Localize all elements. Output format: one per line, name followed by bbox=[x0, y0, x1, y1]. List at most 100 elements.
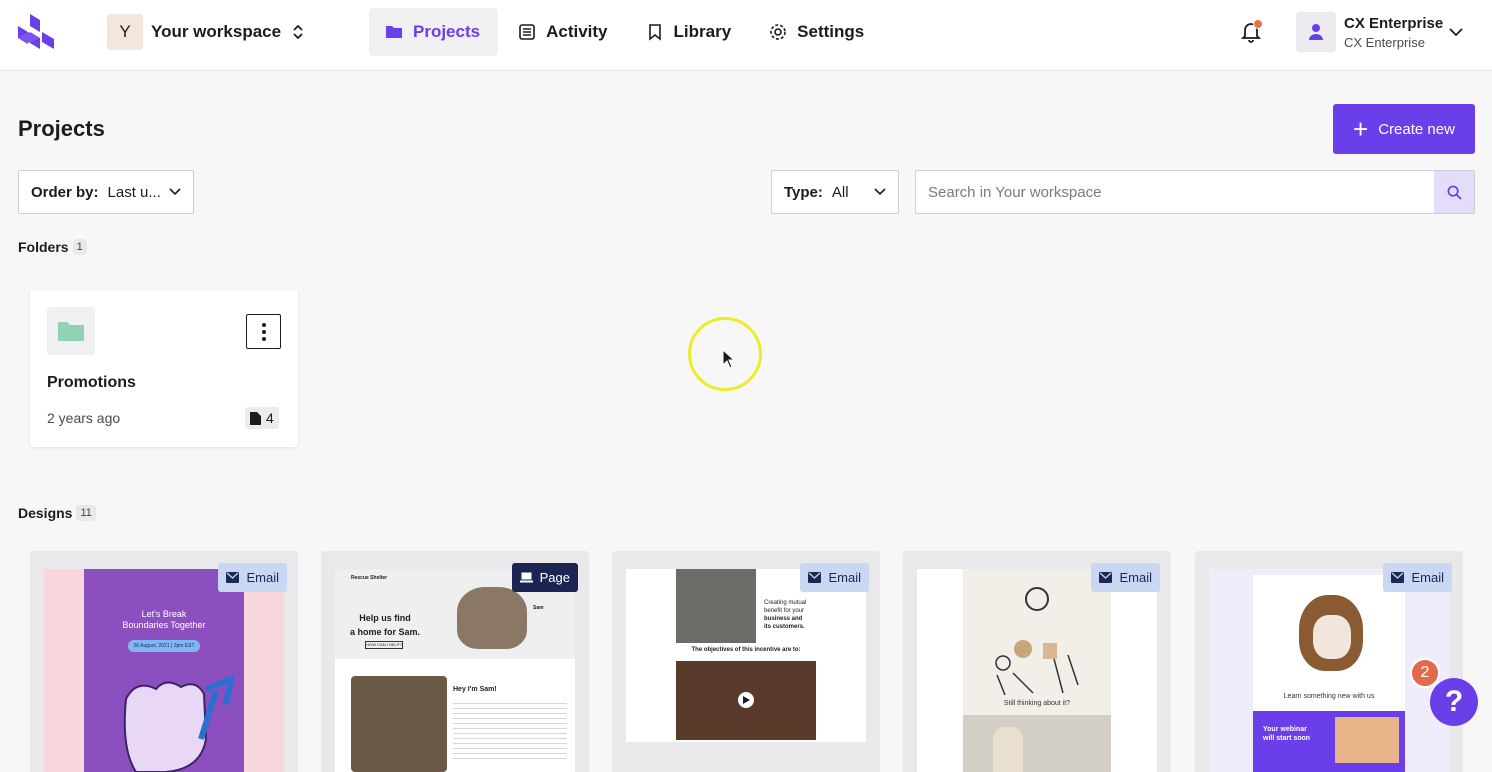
thumb-text: Let's Break bbox=[141, 609, 187, 619]
help-notification-badge: 2 bbox=[1410, 658, 1440, 688]
thumb-text: Creating mutual bbox=[764, 600, 807, 606]
help-icon: ? bbox=[1444, 685, 1464, 718]
envelope-icon bbox=[1099, 572, 1113, 583]
user-menu[interactable]: CX Enterprise CX Enterprise bbox=[1296, 11, 1476, 53]
type-filter-dropdown[interactable]: Type: All bbox=[771, 170, 899, 214]
design-card[interactable]: Email Let's Break Boundaries Together 26… bbox=[30, 551, 298, 772]
nav-settings-label: Settings bbox=[797, 22, 865, 41]
help-button[interactable]: ? bbox=[1430, 678, 1478, 726]
thumb-text: benefit for your bbox=[764, 608, 805, 614]
laptop-icon bbox=[519, 572, 533, 583]
thumb-body-text bbox=[453, 699, 567, 759]
cat-photo bbox=[457, 587, 527, 649]
workspace-name: Your workspace bbox=[151, 22, 282, 41]
thumb-headline: Help us find a home for Sam. bbox=[349, 611, 421, 639]
type-badge-email: Email bbox=[1091, 563, 1160, 592]
thumb-text: a home for Sam. bbox=[349, 627, 421, 637]
main-nav: Projects Activity Library Settings bbox=[369, 8, 886, 56]
nav-projects[interactable]: Projects bbox=[369, 8, 499, 56]
notification-dot bbox=[1253, 19, 1263, 29]
folder-icon bbox=[58, 322, 84, 341]
nav-settings[interactable]: Settings bbox=[753, 8, 882, 56]
type-badge-page: Page bbox=[511, 563, 578, 592]
kebab-dot bbox=[261, 322, 266, 327]
folder-date: 2 years ago bbox=[47, 410, 121, 426]
kebab-dot bbox=[261, 336, 266, 341]
folder-name: Promotions bbox=[47, 374, 136, 391]
order-by-label: Order by: bbox=[31, 183, 99, 201]
design-thumbnail: Let's Break Boundaries Together 26 Augus… bbox=[44, 569, 284, 772]
thumb-text: The objectives of this incentive are to: bbox=[691, 647, 801, 653]
fist-illustration-icon bbox=[123, 674, 236, 772]
nav-activity[interactable]: Activity bbox=[502, 8, 625, 56]
app-logo-icon[interactable] bbox=[16, 12, 60, 50]
workspace-switcher[interactable]: Y Your workspace bbox=[107, 14, 305, 50]
avatar bbox=[1296, 12, 1336, 52]
design-card[interactable]: Email Still thinking about it? bbox=[903, 551, 1171, 772]
thumb-button: HOW CAN I HELP? bbox=[365, 641, 403, 649]
thumb-headline: Creating mutual benefit for your busines… bbox=[764, 599, 806, 631]
order-by-dropdown[interactable]: Order by: Last u... bbox=[18, 170, 194, 214]
type-badge-email: Email bbox=[1383, 563, 1452, 592]
envelope-icon bbox=[226, 572, 240, 583]
design-thumbnail: Creating mutual benefit for your busines… bbox=[626, 569, 866, 742]
shopping-illustration-icon bbox=[995, 640, 1079, 696]
thumb-text: business and bbox=[764, 616, 803, 622]
design-card[interactable]: Email Creating mutual benefit for your b… bbox=[612, 551, 880, 772]
search-input[interactable] bbox=[916, 171, 1434, 213]
notifications-button[interactable] bbox=[1238, 19, 1264, 45]
nav-activity-label: Activity bbox=[546, 22, 608, 41]
type-badge-label: Email bbox=[1119, 570, 1152, 585]
thumb-text: Help us find bbox=[359, 613, 411, 623]
folder-icon bbox=[386, 26, 402, 38]
thumb-date-pill: 26 August, 2021 | 2pm EST bbox=[128, 640, 200, 652]
thumb-text: Rescue Shelter bbox=[351, 575, 388, 581]
design-card[interactable]: Page Rescue Shelter Help us find a home … bbox=[321, 551, 589, 772]
folder-item-count: 4 bbox=[245, 407, 279, 429]
man-photo bbox=[676, 569, 756, 643]
user-name: CX Enterprise bbox=[1344, 14, 1444, 32]
plus-icon: + bbox=[1353, 114, 1369, 144]
play-icon bbox=[738, 692, 754, 708]
cat-photo bbox=[351, 676, 447, 772]
thumb-headline: Let's Break Boundaries Together bbox=[84, 609, 244, 631]
folder-more-options-button[interactable] bbox=[246, 314, 281, 349]
folders-label: Folders bbox=[18, 239, 69, 255]
chevron-up-down-icon bbox=[293, 24, 303, 40]
folder-card[interactable]: Promotions 2 years ago 4 bbox=[30, 290, 298, 447]
create-new-label: Create new bbox=[1378, 120, 1455, 138]
type-badge-label: Email bbox=[246, 570, 279, 585]
chevron-down-icon bbox=[1449, 28, 1463, 37]
envelope-icon bbox=[808, 572, 822, 583]
thumb-text: Still thinking about it? bbox=[1003, 700, 1071, 707]
thumb-text: Hey I'm Sam! bbox=[453, 686, 497, 693]
type-badge-label: Email bbox=[828, 570, 861, 585]
type-badge-label: Page bbox=[539, 570, 570, 585]
thumb-text: will start soon bbox=[1263, 735, 1311, 742]
bookmark-icon bbox=[648, 24, 661, 41]
brand-logo-icon bbox=[1025, 587, 1049, 611]
product-photo bbox=[963, 715, 1111, 772]
user-org: CX Enterprise bbox=[1344, 34, 1425, 50]
nav-library[interactable]: Library bbox=[630, 8, 750, 56]
folder-thumb bbox=[47, 307, 95, 355]
type-badge-email: Email bbox=[800, 563, 869, 592]
search-button[interactable] bbox=[1434, 171, 1474, 213]
thumb-text: Your webinar bbox=[1263, 726, 1307, 733]
nav-projects-label: Projects bbox=[413, 22, 481, 41]
user-icon bbox=[1309, 24, 1323, 40]
product-bottle bbox=[993, 727, 1023, 772]
create-new-button[interactable]: + Create new bbox=[1333, 104, 1475, 154]
thumb-text: Boundaries Together bbox=[122, 620, 206, 630]
chevron-down-icon bbox=[169, 188, 181, 196]
search-icon bbox=[1447, 185, 1462, 200]
page-title: Projects bbox=[18, 116, 105, 141]
dog-face bbox=[1313, 615, 1351, 659]
envelope-icon bbox=[1391, 572, 1405, 583]
thumb-text: Sam bbox=[533, 605, 544, 611]
gear-icon bbox=[770, 24, 786, 40]
designs-count-badge: 11 bbox=[76, 505, 96, 521]
file-icon bbox=[250, 411, 261, 425]
mouse-pointer-icon bbox=[722, 349, 736, 369]
chevron-down-icon bbox=[874, 188, 886, 196]
